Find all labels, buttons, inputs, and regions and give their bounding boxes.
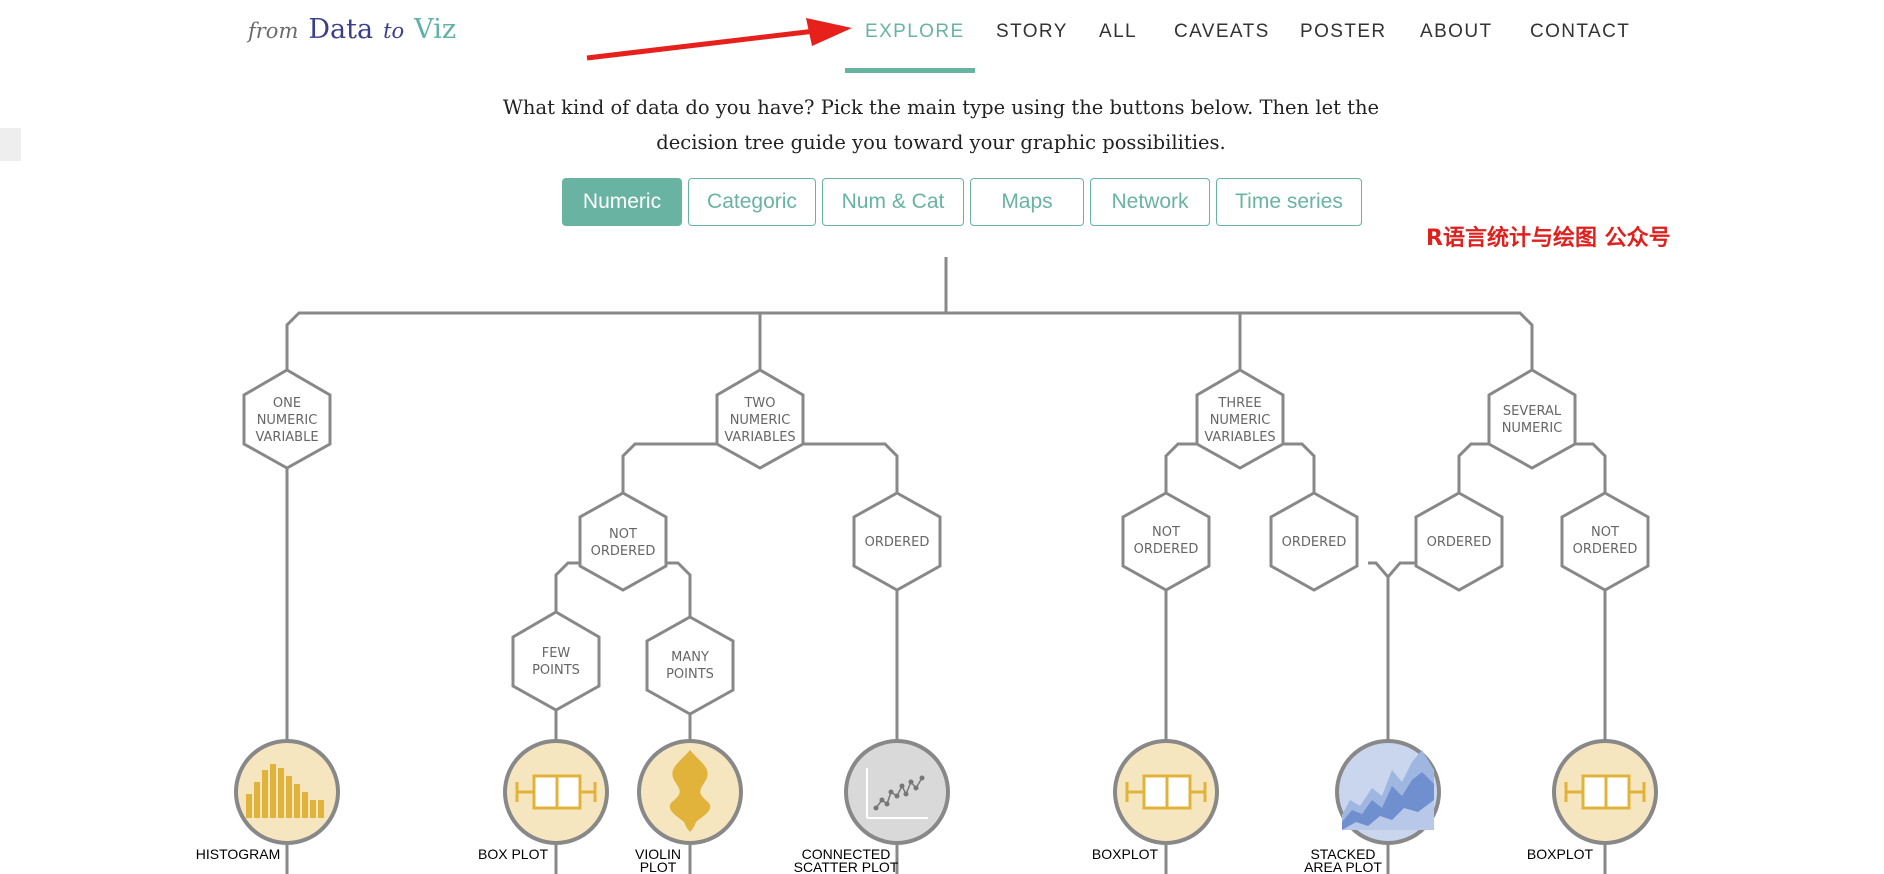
type-button-network[interactable]: Network <box>1090 178 1210 226</box>
leaf-label-histogram: HISTOGRAM <box>196 846 281 862</box>
leaf-label-violin: VIOLIN PLOT <box>635 846 681 874</box>
leaf-label-box-plot: BOX PLOT <box>478 846 548 862</box>
type-button-numeric[interactable]: Numeric <box>562 178 682 226</box>
hex-few-points[interactable] <box>511 610 601 712</box>
leaf-label-boxplot: BOXPLOT <box>1527 846 1594 862</box>
leaf-label-stacked-area: STACKED AREA PLOT <box>1304 846 1382 874</box>
watermark-text: R语言统计与绘图 公众号 <box>1426 226 1671 251</box>
leaf-connected-scatter[interactable] <box>844 739 950 845</box>
hex-label: ORDERED <box>865 535 930 550</box>
hex-label: ORDERED <box>1427 535 1492 550</box>
type-button-time-series[interactable]: Time series <box>1216 178 1362 226</box>
intro-text: What kind of data do you have? Pick the … <box>470 90 1412 160</box>
type-button-categoric[interactable]: Categoric <box>688 178 816 226</box>
hex-label: ORDERED <box>1282 535 1347 550</box>
leaf-label-boxplot: BOXPLOT <box>1092 846 1159 862</box>
red-arrow-icon <box>586 18 852 61</box>
hex-many-points[interactable] <box>645 615 735 716</box>
intro-line-2: decision tree guide you toward your grap… <box>656 131 1226 154</box>
intro-line-1: What kind of data do you have? Pick the … <box>502 96 1380 119</box>
type-button-num-cat[interactable]: Num & Cat <box>822 178 964 226</box>
type-button-maps[interactable]: Maps <box>970 178 1084 226</box>
leaf-label-connected-scatter: CONNECTED SCATTER PLOT <box>794 846 899 874</box>
hex-several-numeric[interactable] <box>1487 368 1577 470</box>
